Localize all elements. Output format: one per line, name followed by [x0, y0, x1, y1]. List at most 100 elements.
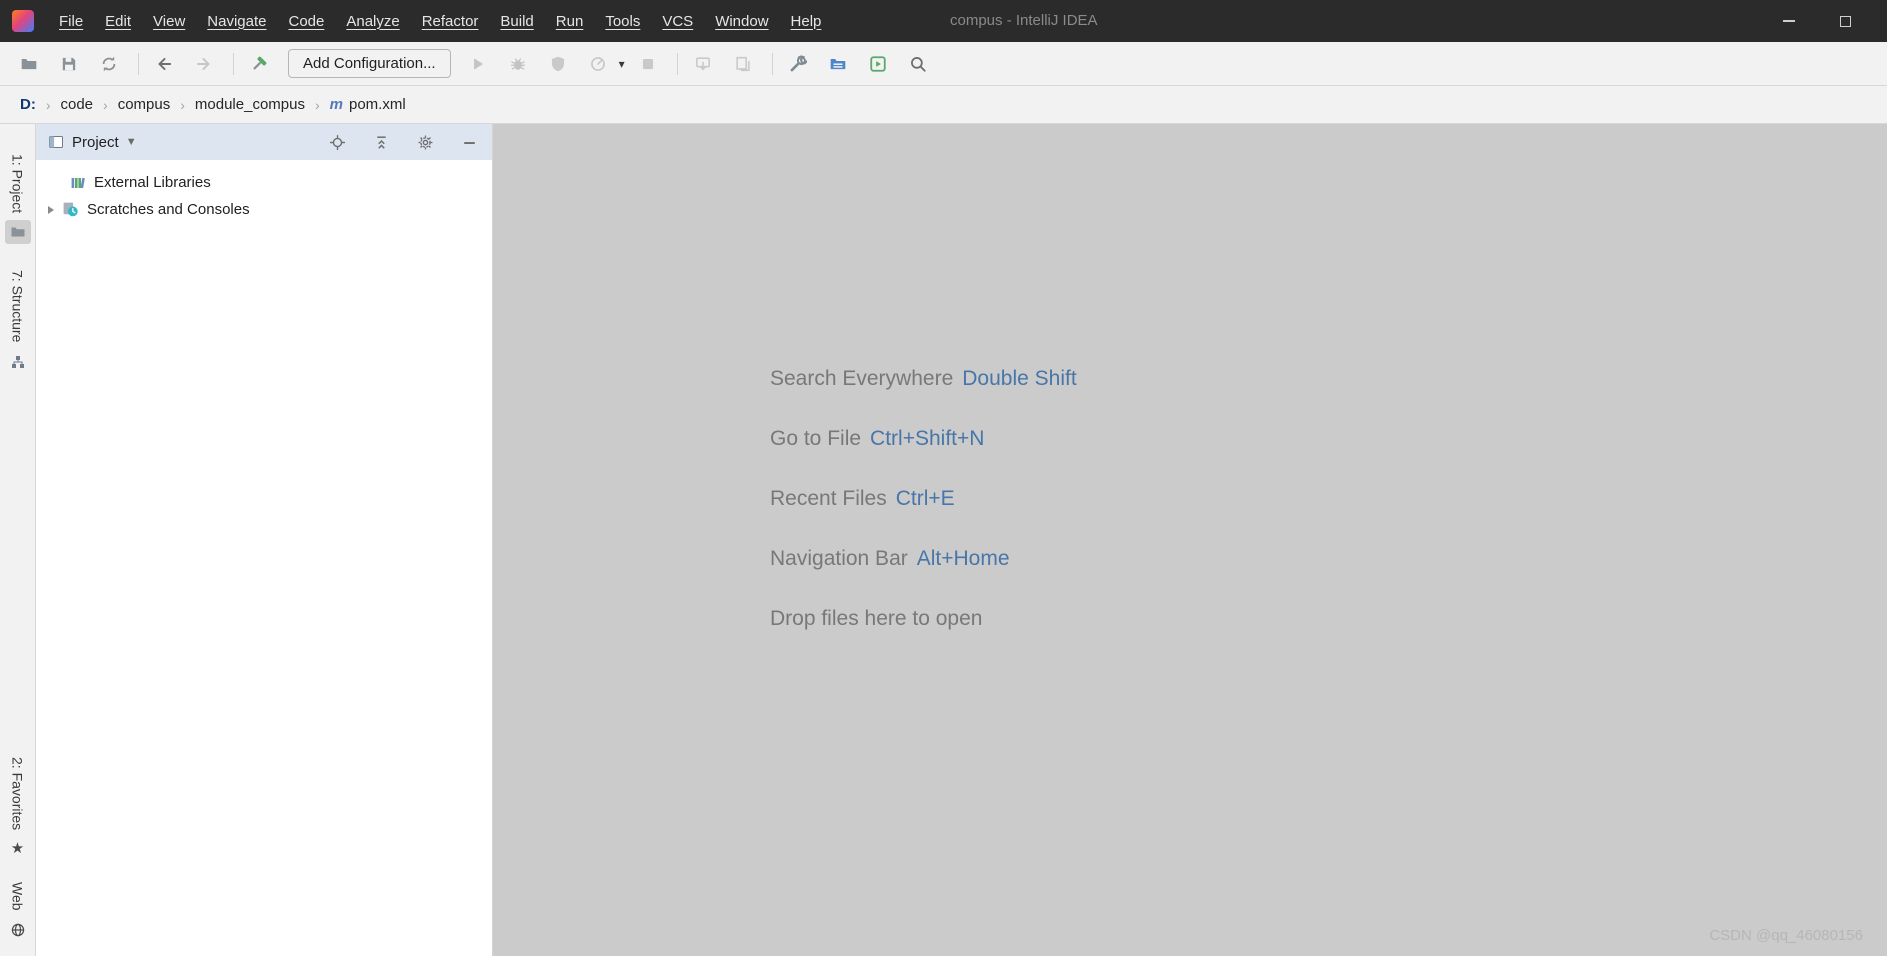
- run-window-button[interactable]: [863, 49, 893, 79]
- breadcrumb-compus[interactable]: compus: [118, 96, 171, 113]
- coverage-shield-icon: [551, 56, 564, 71]
- stripe-favorites-button[interactable]: 2: Favorites ★: [6, 757, 29, 860]
- menu-refactor[interactable]: Refactor: [411, 0, 490, 42]
- back-arrow-icon: [158, 57, 172, 70]
- build-project-button[interactable]: [244, 49, 274, 79]
- chevron-down-icon: ▼: [125, 136, 137, 148]
- breadcrumb-drive[interactable]: D:: [20, 96, 36, 113]
- run-configuration-select[interactable]: Add Configuration...: [288, 49, 451, 78]
- main-area: 1: Project 7: Structure 2: Favorites ★ W…: [0, 124, 1887, 956]
- minimize-button[interactable]: [1761, 0, 1817, 42]
- menu-file[interactable]: File: [48, 0, 94, 42]
- search-icon: [910, 56, 926, 72]
- window-controls: [1761, 0, 1873, 42]
- stripe-structure-button[interactable]: 7: Structure: [5, 270, 31, 373]
- tree-item-scratches[interactable]: Scratches and Consoles: [36, 196, 492, 223]
- collapse-all-icon: [376, 135, 386, 149]
- hint-shortcut: Ctrl+E: [895, 487, 955, 510]
- hint-recent-files: Recent Files Ctrl+E: [770, 469, 1077, 529]
- menu-code[interactable]: Code: [277, 0, 335, 42]
- project-structure-button[interactable]: [823, 49, 853, 79]
- hide-panel-button[interactable]: [460, 133, 478, 151]
- search-everywhere-button[interactable]: [903, 49, 933, 79]
- breadcrumb-code[interactable]: code: [61, 96, 94, 113]
- stripe-project-button[interactable]: 1: Project: [4, 154, 31, 245]
- window-title: compus - IntelliJ IDEA: [950, 12, 1098, 29]
- toolbar-separator: [233, 52, 234, 75]
- left-tool-stripe: 1: Project 7: Structure 2: Favorites ★ W…: [0, 124, 36, 956]
- menu-view[interactable]: View: [142, 0, 196, 42]
- minimize-icon: [1783, 20, 1795, 22]
- maximize-button[interactable]: [1817, 0, 1873, 42]
- save-all-button[interactable]: [54, 49, 84, 79]
- collapse-all-button[interactable]: [372, 133, 390, 151]
- toolbar-separator: [676, 52, 678, 75]
- scratches-icon: [63, 202, 78, 217]
- stripe-structure-label: 7: Structure: [9, 270, 26, 343]
- globe-icon: [5, 918, 31, 942]
- title-bar: File Edit View Navigate Code Analyze Ref…: [0, 0, 1887, 42]
- panel-settings-button[interactable]: [416, 133, 434, 151]
- breadcrumb-pom-file[interactable]: m pom.xml: [330, 96, 406, 113]
- menu-vcs[interactable]: VCS: [651, 0, 704, 42]
- menu-analyze[interactable]: Analyze: [335, 0, 410, 42]
- project-panel-header: Project ▼: [36, 124, 492, 160]
- stripe-favorites-label: 2: Favorites: [9, 757, 26, 831]
- profile-button[interactable]: [583, 49, 613, 79]
- update-application-button[interactable]: [688, 49, 718, 79]
- project-panel-actions: [328, 133, 478, 151]
- toolbar-separator: [771, 52, 773, 75]
- stop-button[interactable]: [633, 49, 663, 79]
- run-with-coverage-button[interactable]: [543, 49, 573, 79]
- stripe-web-button[interactable]: Web: [5, 882, 31, 942]
- menu-tools[interactable]: Tools: [594, 0, 651, 42]
- project-tree: External Libraries Scratches and Console…: [36, 160, 492, 223]
- menu-window[interactable]: Window: [704, 0, 779, 42]
- wrench-icon: [790, 55, 807, 71]
- project-panel-title: Project: [72, 133, 119, 151]
- hint-search-everywhere: Search Everywhere Double Shift: [770, 349, 1077, 409]
- hint-shortcut: Ctrl+Shift+N: [870, 427, 985, 450]
- menu-run[interactable]: Run: [545, 0, 595, 42]
- locate-target-icon: [329, 134, 345, 150]
- synchronize-button[interactable]: [94, 49, 124, 79]
- back-button[interactable]: [149, 49, 179, 79]
- sync-icon: [102, 56, 116, 71]
- breadcrumb-file-label: pom.xml: [348, 96, 406, 113]
- breadcrumb-separator-icon: ›: [180, 96, 185, 113]
- tree-item-external-libraries[interactable]: External Libraries: [36, 169, 492, 196]
- project-structure-folder-icon: [830, 58, 845, 69]
- hint-shortcut: Double Shift: [962, 367, 1077, 390]
- debug-button[interactable]: [503, 49, 533, 79]
- menu-help[interactable]: Help: [780, 0, 833, 42]
- forward-arrow-icon: [196, 57, 210, 70]
- hint-shortcut: Alt+Home: [916, 547, 1010, 570]
- update-classes-icon: [735, 56, 750, 71]
- libraries-icon: [71, 177, 85, 188]
- update-classes-button[interactable]: [728, 49, 758, 79]
- hint-label: Navigation Bar: [770, 547, 908, 570]
- bug-icon: [510, 57, 525, 70]
- project-view-selector[interactable]: Project ▼: [48, 134, 137, 151]
- breadcrumb-module-compus[interactable]: module_compus: [195, 96, 305, 113]
- hint-go-to-file: Go to File Ctrl+Shift+N: [770, 409, 1077, 469]
- project-tool-window: Project ▼ External Libraries Scratches a…: [36, 124, 493, 956]
- project-folder-icon: [4, 220, 31, 245]
- forward-button[interactable]: [189, 49, 219, 79]
- settings-wrench-button[interactable]: [783, 49, 813, 79]
- menu-build[interactable]: Build: [489, 0, 544, 42]
- breadcrumb-separator-icon: ›: [103, 96, 108, 113]
- open-button[interactable]: [14, 49, 44, 79]
- breadcrumb-separator-icon: ›: [314, 96, 320, 113]
- locate-file-button[interactable]: [328, 133, 346, 151]
- menu-navigate[interactable]: Navigate: [196, 0, 277, 42]
- open-folder-icon: [21, 58, 37, 69]
- menu-edit[interactable]: Edit: [94, 0, 142, 42]
- tree-item-label: Scratches and Consoles: [87, 201, 250, 218]
- expand-chevron-icon[interactable]: [48, 205, 54, 214]
- stripe-web-label: Web: [9, 882, 26, 911]
- save-icon: [62, 57, 76, 70]
- tree-item-label: External Libraries: [94, 174, 211, 191]
- run-button[interactable]: [463, 49, 493, 79]
- run-dropdown-chevron-icon[interactable]: ▾: [619, 57, 625, 71]
